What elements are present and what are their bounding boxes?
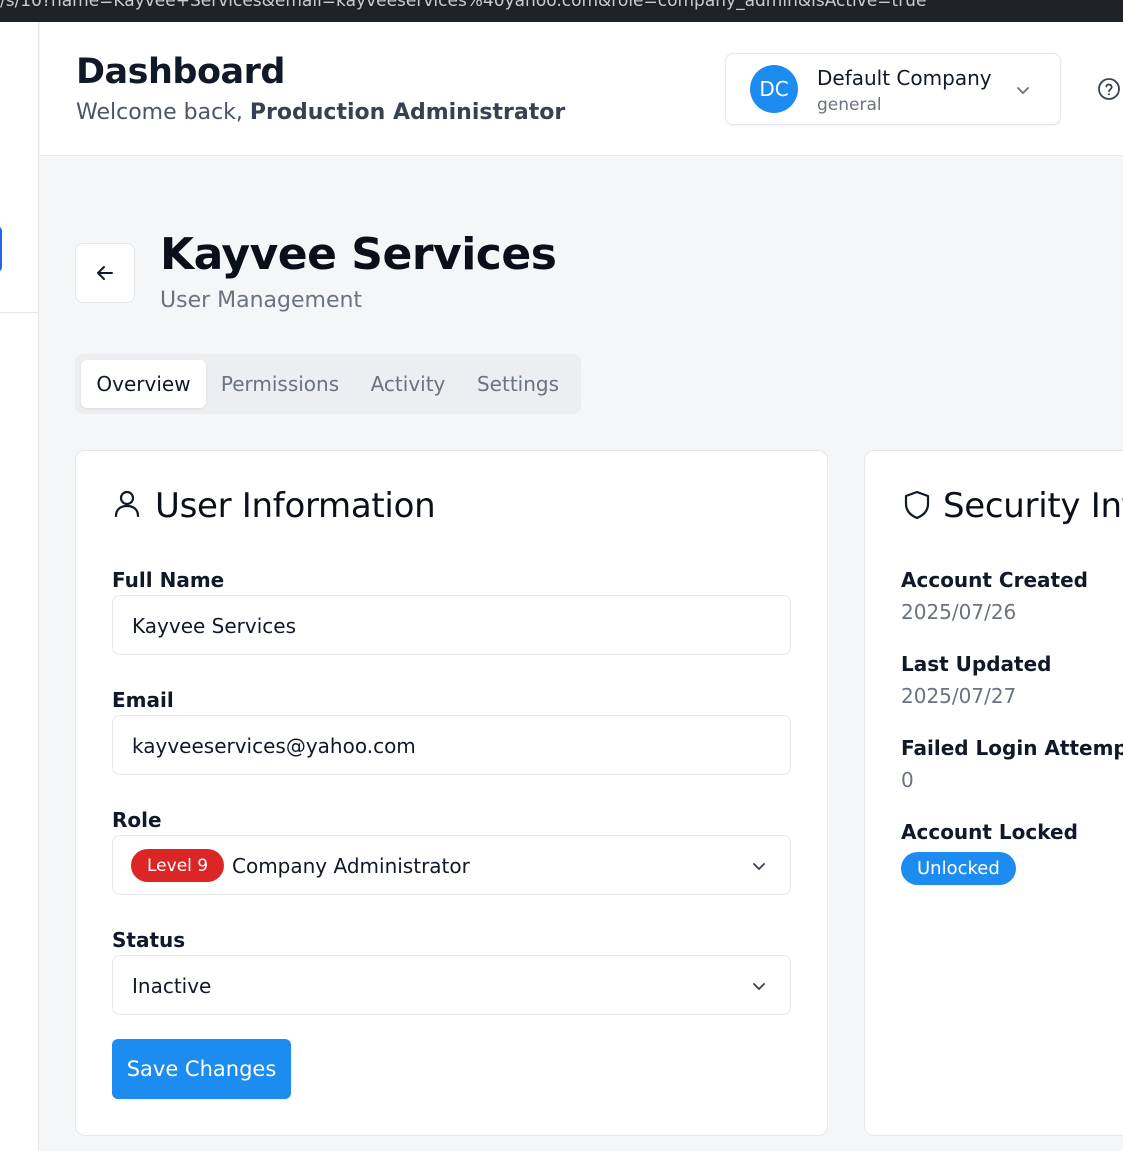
security-info-title: Security Info <box>943 486 1123 526</box>
tab-overview[interactable]: Overview <box>81 360 206 408</box>
page-subtitle: User Management <box>160 288 363 313</box>
tab-activity[interactable]: Activity <box>358 360 458 408</box>
chevron-down-icon <box>753 863 765 870</box>
save-changes-button[interactable]: Save Changes <box>112 1039 291 1099</box>
last-updated-label: Last Updated <box>901 652 1052 676</box>
status-value: Inactive <box>132 974 212 998</box>
account-locked-badge: Unlocked <box>901 852 1016 885</box>
tab-settings[interactable]: Settings <box>467 360 569 408</box>
failed-login-value: 0 <box>901 768 914 792</box>
email-label: Email <box>112 688 174 712</box>
tab-bar: Overview Permissions Activity Settings <box>75 354 581 414</box>
security-info-card: Security Info Account Created 2025/07/26… <box>864 450 1123 1136</box>
status-select[interactable]: Inactive <box>112 955 791 1015</box>
browser-url-bar[interactable]: /s/10?name=Kayvee+Services&email=kayvees… <box>0 0 1123 22</box>
user-icon <box>114 490 140 518</box>
sidebar <box>0 22 39 1151</box>
full-name-value: Kayvee Services <box>132 614 296 638</box>
chevron-down-icon <box>753 983 765 990</box>
welcome-prefix: Welcome back, <box>76 100 250 125</box>
account-locked-label: Account Locked <box>901 820 1078 844</box>
last-updated-value: 2025/07/27 <box>901 684 1017 708</box>
role-value: Company Administrator <box>232 854 470 878</box>
tab-permissions[interactable]: Permissions <box>211 360 349 408</box>
welcome-text: Welcome back, Production Administrator <box>76 100 565 125</box>
company-name: Default Company <box>817 66 992 90</box>
user-information-title: User Information <box>155 486 436 526</box>
chevron-down-icon <box>1017 87 1029 94</box>
company-avatar: DC <box>750 65 798 113</box>
top-header: Dashboard Welcome back, Production Admin… <box>40 22 1123 156</box>
status-label: Status <box>112 928 186 952</box>
company-subtitle: general <box>817 95 882 115</box>
user-information-card: User Information Full Name Kayvee Servic… <box>75 450 828 1136</box>
failed-login-label: Failed Login Attempts <box>901 736 1123 760</box>
company-switcher[interactable]: DC Default Company general <box>725 53 1061 125</box>
account-created-label: Account Created <box>901 568 1088 592</box>
email-value: kayveeservices@yahoo.com <box>132 734 416 758</box>
role-select[interactable]: Level 9 Company Administrator <box>112 835 791 895</box>
role-level-badge: Level 9 <box>131 849 225 882</box>
account-created-value: 2025/07/26 <box>901 600 1017 624</box>
header-title: Dashboard <box>76 52 285 92</box>
page-title: Kayvee Services <box>160 229 557 280</box>
sidebar-divider <box>0 312 39 313</box>
full-name-field[interactable]: Kayvee Services <box>112 595 791 655</box>
welcome-user-name: Production Administrator <box>249 100 566 125</box>
back-button[interactable] <box>75 243 135 303</box>
role-label: Role <box>112 808 162 832</box>
url-text: /s/10?name=Kayvee+Services&email=kayvees… <box>0 0 927 11</box>
shield-icon <box>904 490 930 520</box>
full-name-label: Full Name <box>112 568 225 592</box>
help-circle-icon[interactable] <box>1097 77 1121 101</box>
arrow-left-icon <box>97 266 113 280</box>
email-field[interactable]: kayveeservices@yahoo.com <box>112 715 791 775</box>
sidebar-active-item[interactable] <box>0 226 2 272</box>
